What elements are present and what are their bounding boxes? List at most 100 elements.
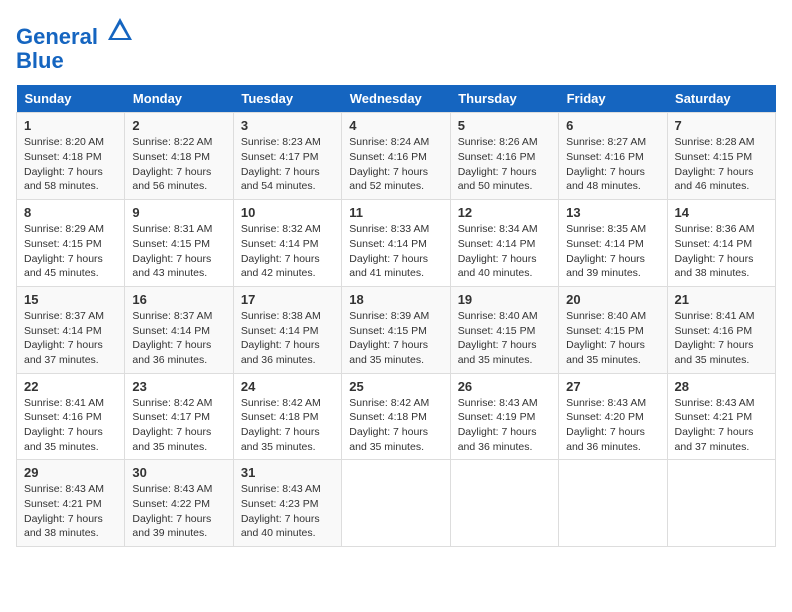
calendar-cell: 23Sunrise: 8:42 AM Sunset: 4:17 PM Dayli… <box>125 373 233 460</box>
day-info: Sunrise: 8:43 AM Sunset: 4:20 PM Dayligh… <box>566 396 659 455</box>
week-row-4: 22 Sunrise: 8:41 AM Sunset: 4:16 PM Dayli… <box>17 373 776 460</box>
calendar-cell: 15Sunrise: 8:37 AM Sunset: 4:14 PM Dayli… <box>17 286 125 373</box>
day-number: 17 <box>241 292 334 307</box>
week-row-2: 8 Sunrise: 8:29 AM Sunset: 4:15 PM Daylig… <box>17 200 776 287</box>
calendar-cell: 28 Sunrise: 8:43 AM Sunset: 4:21 PM Dayli… <box>667 373 775 460</box>
day-number: 9 <box>132 205 225 220</box>
page-header: General Blue <box>16 16 776 73</box>
calendar-cell: 21Sunrise: 8:41 AM Sunset: 4:16 PM Dayli… <box>667 286 775 373</box>
day-number: 24 <box>241 379 334 394</box>
calendar-cell: 9 Sunrise: 8:31 AM Sunset: 4:15 PM Daylig… <box>125 200 233 287</box>
day-number: 14 <box>675 205 768 220</box>
week-row-3: 15Sunrise: 8:37 AM Sunset: 4:14 PM Dayli… <box>17 286 776 373</box>
calendar-cell: 29 Sunrise: 8:43 AM Sunset: 4:21 PM Dayli… <box>17 460 125 547</box>
day-info: Sunrise: 8:28 AM Sunset: 4:15 PM Dayligh… <box>675 135 768 194</box>
day-info: Sunrise: 8:22 AM Sunset: 4:18 PM Dayligh… <box>132 135 225 194</box>
calendar-cell: 19Sunrise: 8:40 AM Sunset: 4:15 PM Dayli… <box>450 286 558 373</box>
calendar-cell: 6 Sunrise: 8:27 AM Sunset: 4:16 PM Daylig… <box>559 113 667 200</box>
day-info: Sunrise: 8:26 AM Sunset: 4:16 PM Dayligh… <box>458 135 551 194</box>
day-info: Sunrise: 8:39 AM Sunset: 4:15 PM Dayligh… <box>349 309 442 368</box>
day-number: 16 <box>132 292 225 307</box>
calendar-cell <box>450 460 558 547</box>
calendar-cell: 24Sunrise: 8:42 AM Sunset: 4:18 PM Dayli… <box>233 373 341 460</box>
calendar-cell <box>342 460 450 547</box>
day-number: 26 <box>458 379 551 394</box>
calendar-cell: 14 Sunrise: 8:36 AM Sunset: 4:14 PM Dayli… <box>667 200 775 287</box>
day-number: 6 <box>566 118 659 133</box>
calendar-cell: 26 Sunrise: 8:43 AM Sunset: 4:19 PM Dayli… <box>450 373 558 460</box>
day-info: Sunrise: 8:38 AM Sunset: 4:14 PM Dayligh… <box>241 309 334 368</box>
day-info: Sunrise: 8:42 AM Sunset: 4:18 PM Dayligh… <box>349 396 442 455</box>
day-number: 8 <box>24 205 117 220</box>
day-number: 1 <box>24 118 117 133</box>
day-number: 30 <box>132 465 225 480</box>
day-info: Sunrise: 8:29 AM Sunset: 4:15 PM Dayligh… <box>24 222 117 281</box>
day-info: Sunrise: 8:43 AM Sunset: 4:23 PM Dayligh… <box>241 482 334 541</box>
week-row-1: 1 Sunrise: 8:20 AM Sunset: 4:18 PM Daylig… <box>17 113 776 200</box>
day-info: Sunrise: 8:35 AM Sunset: 4:14 PM Dayligh… <box>566 222 659 281</box>
day-info: Sunrise: 8:43 AM Sunset: 4:19 PM Dayligh… <box>458 396 551 455</box>
day-number: 21 <box>675 292 768 307</box>
week-row-5: 29 Sunrise: 8:43 AM Sunset: 4:21 PM Dayli… <box>17 460 776 547</box>
calendar-cell: 4Sunrise: 8:24 AM Sunset: 4:16 PM Daylig… <box>342 113 450 200</box>
day-number: 22 <box>24 379 117 394</box>
calendar-cell <box>559 460 667 547</box>
day-info: Sunrise: 8:27 AM Sunset: 4:16 PM Dayligh… <box>566 135 659 194</box>
day-info: Sunrise: 8:40 AM Sunset: 4:15 PM Dayligh… <box>566 309 659 368</box>
day-number: 27 <box>566 379 659 394</box>
calendar-cell: 3 Sunrise: 8:23 AM Sunset: 4:17 PM Daylig… <box>233 113 341 200</box>
calendar-cell: 20 Sunrise: 8:40 AM Sunset: 4:15 PM Dayli… <box>559 286 667 373</box>
calendar-cell: 18 Sunrise: 8:39 AM Sunset: 4:15 PM Dayli… <box>342 286 450 373</box>
calendar-cell: 11 Sunrise: 8:33 AM Sunset: 4:14 PM Dayli… <box>342 200 450 287</box>
day-number: 11 <box>349 205 442 220</box>
day-number: 19 <box>458 292 551 307</box>
calendar-cell: 31 Sunrise: 8:43 AM Sunset: 4:23 PM Dayli… <box>233 460 341 547</box>
calendar-cell: 12Sunrise: 8:34 AM Sunset: 4:14 PM Dayli… <box>450 200 558 287</box>
day-info: Sunrise: 8:37 AM Sunset: 4:14 PM Dayligh… <box>132 309 225 368</box>
day-info: Sunrise: 8:32 AM Sunset: 4:14 PM Dayligh… <box>241 222 334 281</box>
calendar-cell: 7 Sunrise: 8:28 AM Sunset: 4:15 PM Daylig… <box>667 113 775 200</box>
calendar-cell <box>667 460 775 547</box>
day-number: 3 <box>241 118 334 133</box>
day-info: Sunrise: 8:23 AM Sunset: 4:17 PM Dayligh… <box>241 135 334 194</box>
day-number: 5 <box>458 118 551 133</box>
calendar-cell: 10 Sunrise: 8:32 AM Sunset: 4:14 PM Dayli… <box>233 200 341 287</box>
calendar-cell: 22 Sunrise: 8:41 AM Sunset: 4:16 PM Dayli… <box>17 373 125 460</box>
day-number: 18 <box>349 292 442 307</box>
day-number: 29 <box>24 465 117 480</box>
day-info: Sunrise: 8:43 AM Sunset: 4:21 PM Dayligh… <box>675 396 768 455</box>
weekday-header-tuesday: Tuesday <box>233 85 341 113</box>
logo-icon <box>106 16 134 44</box>
day-info: Sunrise: 8:24 AM Sunset: 4:16 PM Dayligh… <box>349 135 442 194</box>
day-info: Sunrise: 8:43 AM Sunset: 4:21 PM Dayligh… <box>24 482 117 541</box>
weekday-header-friday: Friday <box>559 85 667 113</box>
day-number: 2 <box>132 118 225 133</box>
calendar-cell: 30 Sunrise: 8:43 AM Sunset: 4:22 PM Dayli… <box>125 460 233 547</box>
weekday-header-wednesday: Wednesday <box>342 85 450 113</box>
logo-text: General <box>16 16 134 49</box>
day-info: Sunrise: 8:43 AM Sunset: 4:22 PM Dayligh… <box>132 482 225 541</box>
weekday-header-sunday: Sunday <box>17 85 125 113</box>
day-number: 31 <box>241 465 334 480</box>
calendar-cell: 25 Sunrise: 8:42 AM Sunset: 4:18 PM Dayli… <box>342 373 450 460</box>
day-number: 10 <box>241 205 334 220</box>
day-number: 28 <box>675 379 768 394</box>
day-number: 25 <box>349 379 442 394</box>
day-info: Sunrise: 8:36 AM Sunset: 4:14 PM Dayligh… <box>675 222 768 281</box>
weekday-header-thursday: Thursday <box>450 85 558 113</box>
day-info: Sunrise: 8:20 AM Sunset: 4:18 PM Dayligh… <box>24 135 117 194</box>
day-info: Sunrise: 8:31 AM Sunset: 4:15 PM Dayligh… <box>132 222 225 281</box>
calendar-cell: 13 Sunrise: 8:35 AM Sunset: 4:14 PM Dayli… <box>559 200 667 287</box>
day-info: Sunrise: 8:33 AM Sunset: 4:14 PM Dayligh… <box>349 222 442 281</box>
day-number: 7 <box>675 118 768 133</box>
calendar-cell: 27 Sunrise: 8:43 AM Sunset: 4:20 PM Dayli… <box>559 373 667 460</box>
calendar-cell: 16 Sunrise: 8:37 AM Sunset: 4:14 PM Dayli… <box>125 286 233 373</box>
day-number: 12 <box>458 205 551 220</box>
day-info: Sunrise: 8:41 AM Sunset: 4:16 PM Dayligh… <box>24 396 117 455</box>
weekday-header-monday: Monday <box>125 85 233 113</box>
weekday-header-row: SundayMondayTuesdayWednesdayThursdayFrid… <box>17 85 776 113</box>
day-number: 20 <box>566 292 659 307</box>
calendar-cell: 5 Sunrise: 8:26 AM Sunset: 4:16 PM Daylig… <box>450 113 558 200</box>
day-number: 13 <box>566 205 659 220</box>
calendar-cell: 1 Sunrise: 8:20 AM Sunset: 4:18 PM Daylig… <box>17 113 125 200</box>
